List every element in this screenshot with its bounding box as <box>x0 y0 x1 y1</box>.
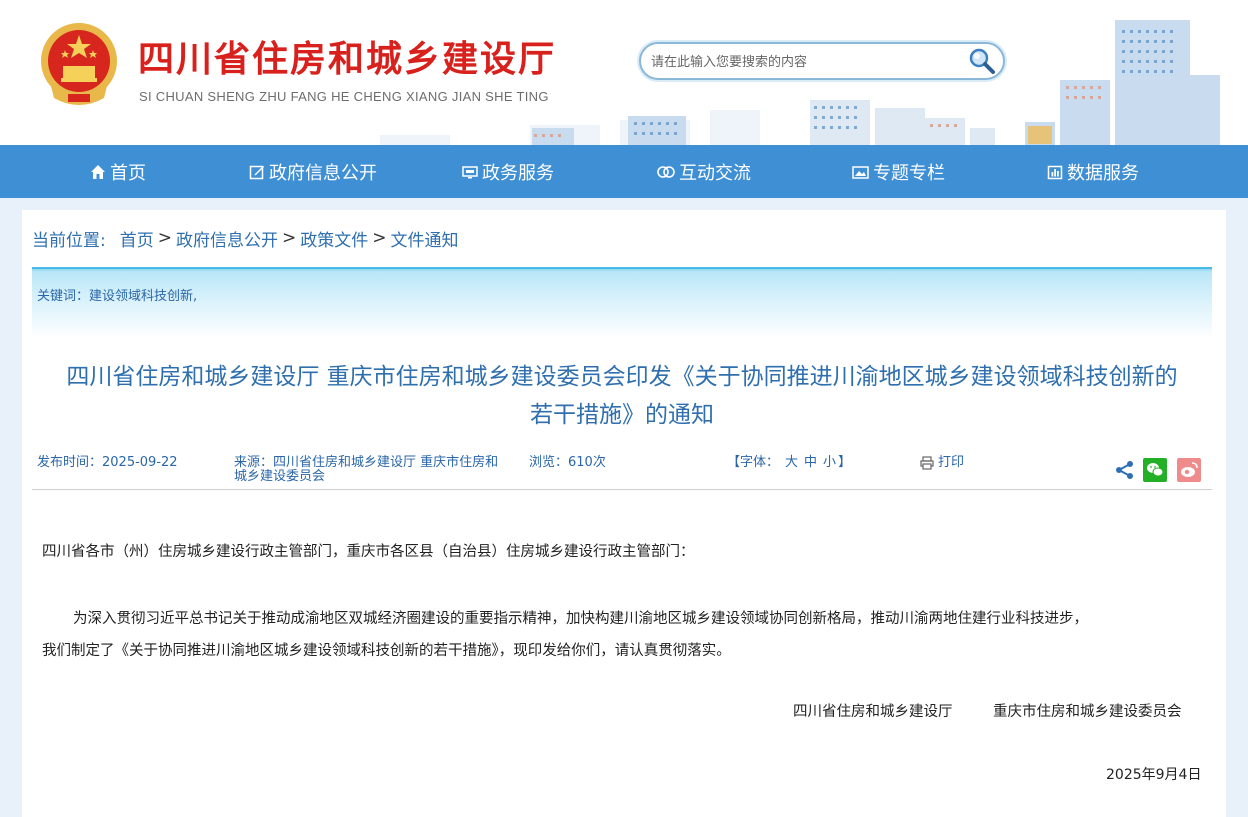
article-source: 来源：四川省住房和城乡建设厅 重庆市住房和 城乡建设委员会 <box>234 456 524 484</box>
nav-item-home[interactable]: 首页 <box>90 145 146 198</box>
monitor-icon <box>462 165 478 178</box>
article-title: 四川省住房和城乡建设厅 重庆市住房和城乡建设委员会印发《关于协同推进川渝地区城乡… <box>32 358 1212 434</box>
article-source-line: 来源：四川省住房和城乡建设厅 重庆市住房和 <box>234 455 499 470</box>
nav-item-label: 政府信息公开 <box>269 162 377 184</box>
article-paragraph: 为深入贯彻习近平总书记关于推动成渝地区双城经济圈建设的重要指示精神，加快构建川渝… <box>42 603 1212 667</box>
font-size-large[interactable]: 大 <box>785 456 798 470</box>
nav-item-label: 专题专栏 <box>873 162 945 184</box>
publish-time: 发布时间：2025-09-22 <box>37 455 178 470</box>
article-title-line: 四川省住房和城乡建设厅 重庆市住房和城乡建设委员会印发《关于协同推进川渝地区城乡… <box>66 364 1178 390</box>
nav-item-data-services[interactable]: 数据服务 <box>1047 145 1139 198</box>
site-title[interactable]: 四川省住房和城乡建设厅 <box>138 30 556 82</box>
article-source-line: 城乡建设委员会 <box>234 469 326 484</box>
view-count: 浏览：610次 <box>529 455 606 470</box>
national-emblem-logo <box>41 23 117 105</box>
search-input[interactable] <box>651 51 951 73</box>
meta-divider <box>32 489 1212 490</box>
search-icon[interactable] <box>967 46 997 76</box>
edit-icon <box>249 165 264 179</box>
nav-item-special-topics[interactable]: 专题专栏 <box>852 145 945 198</box>
main-nav: 首页 政府信息公开 政务服务 互动交流 专题专栏 数据服务 <box>0 145 1248 198</box>
font-size-close: 】 <box>838 455 852 470</box>
signer-sichuan: 四川省住房和城乡建设厅 <box>793 704 953 720</box>
font-size-medium[interactable]: 中 <box>804 456 817 470</box>
nav-item-label: 数据服务 <box>1067 162 1139 184</box>
keywords-band <box>32 267 1212 337</box>
signer-chongqing: 重庆市住房和城乡建设委员会 <box>993 704 1182 720</box>
paragraph-line: 为深入贯彻习近平总书记关于推动成渝地区双城经济圈建设的重要指示精神，加快构建川渝… <box>73 611 1088 627</box>
font-size-small[interactable]: 小 <box>823 456 836 470</box>
home-icon <box>91 164 105 179</box>
breadcrumb-home[interactable]: 首页 <box>120 226 154 251</box>
site-subtitle: SI CHUAN SHENG ZHU FANG HE CHENG XIANG J… <box>139 89 549 104</box>
print-label: 打印 <box>938 455 965 470</box>
nav-item-label: 首页 <box>110 162 146 184</box>
share-icon[interactable] <box>1113 458 1137 482</box>
print-button[interactable]: 打印 <box>920 456 964 470</box>
search-box <box>639 42 1005 80</box>
breadcrumb-separator: > <box>281 228 297 248</box>
weibo-icon[interactable] <box>1177 458 1201 482</box>
nav-item-gov-info[interactable]: 政府信息公开 <box>249 145 377 198</box>
exchange-icon <box>657 165 675 178</box>
breadcrumb-separator: > <box>157 228 172 248</box>
breadcrumb-gov-info[interactable]: 政府信息公开 <box>176 226 278 251</box>
font-size-label: 【字体： <box>727 455 780 470</box>
font-size-controls: 【字体： 大 中 小 】 <box>727 456 851 470</box>
article-date: 2025年9月4日 <box>1106 767 1202 783</box>
article-salutation: 四川省各市（州）住房城乡建设行政主管部门，重庆市各区县（自治县）住房城乡建设行政… <box>42 544 695 560</box>
breadcrumb-separator: > <box>372 228 387 248</box>
breadcrumb-label: 当前位置: <box>32 230 106 251</box>
breadcrumb: 当前位置: 首页 > 政府信息公开 > 政策文件 > 文件通知 <box>32 226 458 251</box>
chart-icon <box>1047 165 1063 179</box>
nav-item-gov-services[interactable]: 政务服务 <box>462 145 554 198</box>
site-header: 四川省住房和城乡建设厅 SI CHUAN SHENG ZHU FANG HE C… <box>0 0 1248 145</box>
nav-item-interaction[interactable]: 互动交流 <box>657 145 751 198</box>
nav-item-label: 互动交流 <box>679 162 751 184</box>
paragraph-line: 我们制定了《关于协同推进川渝地区城乡建设领域科技创新的若干措施》，现印发给你们，… <box>42 643 731 659</box>
breadcrumb-file-notices[interactable]: 文件通知 <box>390 226 458 251</box>
article-title-line: 若干措施》的通知 <box>530 402 714 428</box>
nav-item-label: 政务服务 <box>482 162 554 184</box>
article-keywords: 关键词：建设领域科技创新, <box>37 289 198 304</box>
printer-icon <box>920 456 934 470</box>
image-icon <box>852 165 869 179</box>
wechat-icon[interactable] <box>1143 458 1167 482</box>
breadcrumb-policy-docs[interactable]: 政策文件 <box>300 226 368 251</box>
